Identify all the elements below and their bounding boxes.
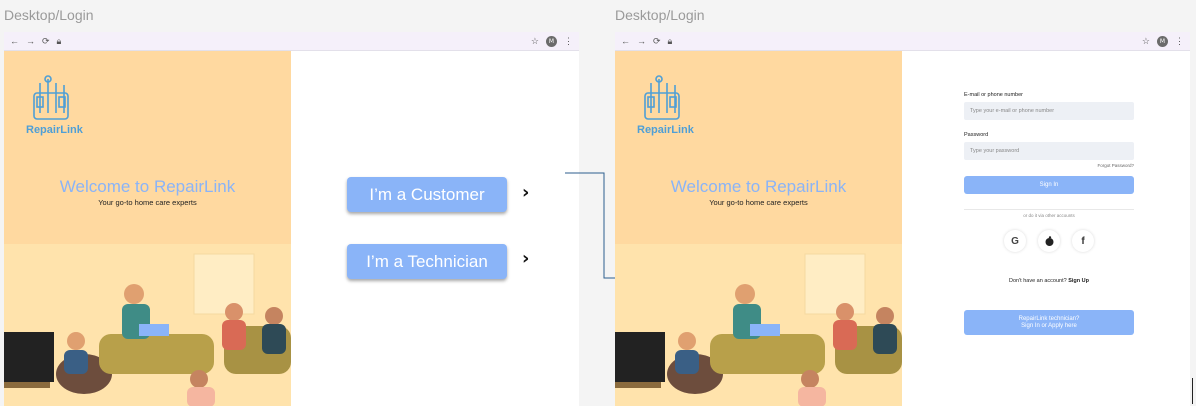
- welcome-heading: Welcome to RepairLink: [59, 177, 236, 196]
- welcome-heading: Welcome to RepairLink: [670, 177, 847, 196]
- arrow-right-icon[interactable]: →: [637, 36, 646, 46]
- repairlink-logo-icon: [33, 75, 69, 120]
- browser-toolbar: ← → ⟳ 🔒︎ ☆ M ⋮: [4, 32, 579, 51]
- reload-icon[interactable]: ⟳: [42, 36, 50, 47]
- star-icon[interactable]: ☆: [1142, 36, 1150, 47]
- password-label: Password: [964, 132, 989, 138]
- chevron-right-icon[interactable]: ›: [522, 248, 529, 269]
- brand-name: RepairLink: [26, 124, 83, 136]
- customer-button[interactable]: I’m a Customer: [347, 177, 507, 212]
- lock-icon: 🔒︎: [56, 35, 62, 46]
- kebab-menu-icon[interactable]: ⋮: [564, 36, 573, 47]
- frame-label: Desktop/Login: [615, 7, 705, 23]
- tagline: Your go-to home care experts: [98, 198, 197, 207]
- avatar[interactable]: M: [1157, 35, 1168, 47]
- email-label: E-mail or phone number: [964, 92, 1024, 98]
- arrow-left-icon[interactable]: ←: [621, 36, 630, 46]
- login-form: E-mail or phone number Type your e-mail …: [964, 92, 1134, 335]
- login-form-frame: ← → ⟳ 🔒︎ ☆ M ⋮ RepairLink Welcome to Rep…: [615, 32, 1190, 406]
- browser-toolbar: ← → ⟳ 🔒︎ ☆ M ⋮: [615, 32, 1190, 51]
- tech-line-2: Sign In or Apply here: [1021, 322, 1077, 329]
- hero-panel: RepairLink Welcome to RepairLink Your go…: [4, 51, 291, 406]
- sign-up-link[interactable]: Sign Up: [1068, 278, 1089, 284]
- apple-icon[interactable]: [1038, 230, 1060, 252]
- family-illustration: [615, 253, 902, 406]
- google-icon[interactable]: G: [1004, 230, 1026, 252]
- alt-login-text: or do it via other accounts: [1023, 213, 1075, 218]
- technician-apply-button[interactable]: RepairLink technician? Sign In or Apply …: [964, 310, 1134, 335]
- tagline: Your go-to home care experts: [709, 198, 808, 207]
- email-field[interactable]: Type your e-mail or phone number: [964, 102, 1134, 120]
- brand-name: RepairLink: [637, 124, 694, 136]
- tech-line-1: RepairLink technician?: [1018, 315, 1080, 322]
- divider: [964, 209, 1134, 210]
- hero-panel: RepairLink Welcome to RepairLink Your go…: [615, 51, 902, 406]
- login-role-frame: ← → ⟳ 🔒︎ ☆ M ⋮ RepairLink Welcome to Rep…: [4, 32, 579, 406]
- chevron-right-icon[interactable]: ›: [522, 182, 529, 203]
- kebab-menu-icon[interactable]: ⋮: [1175, 36, 1184, 47]
- arrow-left-icon[interactable]: ←: [10, 36, 19, 46]
- star-icon[interactable]: ☆: [531, 36, 539, 47]
- text-cursor: [1192, 378, 1193, 404]
- social-login-row: G f: [964, 230, 1134, 252]
- family-illustration: [4, 253, 291, 406]
- avatar[interactable]: M: [546, 35, 557, 47]
- facebook-icon[interactable]: f: [1072, 230, 1094, 252]
- frame-label: Desktop/Login: [4, 7, 94, 23]
- technician-button[interactable]: I’m a Technician: [347, 244, 507, 279]
- no-account-text: Don't have an account?: [1009, 278, 1067, 284]
- sign-in-button[interactable]: Sign In: [964, 176, 1134, 194]
- reload-icon[interactable]: ⟳: [653, 36, 661, 47]
- arrow-right-icon[interactable]: →: [26, 36, 35, 46]
- signup-prompt: Don't have an account? Sign Up: [964, 278, 1134, 284]
- repairlink-logo-icon: [644, 75, 680, 120]
- lock-icon: 🔒︎: [667, 35, 673, 46]
- password-field[interactable]: Type your password: [964, 142, 1134, 160]
- forgot-password-link[interactable]: Forgot Password?: [964, 163, 1134, 168]
